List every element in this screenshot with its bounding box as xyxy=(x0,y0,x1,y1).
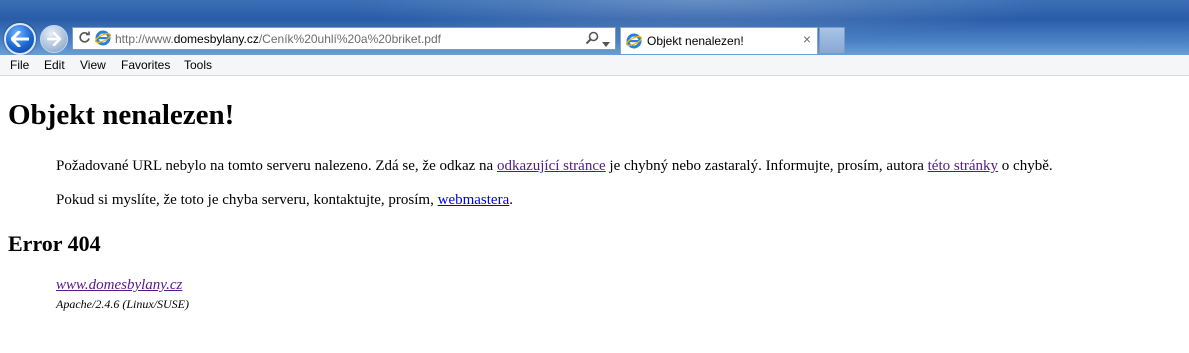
address-bar[interactable]: http://www.domesbylany.cz/Ceník%20uhlí%2… xyxy=(72,27,616,50)
menu-edit[interactable]: Edit xyxy=(44,58,65,72)
page-author-link[interactable]: této stránky xyxy=(928,158,998,174)
refresh-icon[interactable] xyxy=(78,31,91,47)
search-icon[interactable] xyxy=(585,31,599,48)
error-message-paragraph: Požadované URL nebylo na tomto serveru n… xyxy=(56,158,1053,175)
menu-tools[interactable]: Tools xyxy=(184,58,212,72)
page-title: Objekt nenalezen! xyxy=(8,99,235,131)
server-address: www.domesbylany.cz Apache/2.4.6 (Linux/S… xyxy=(56,277,189,312)
paragraph-text: Pokud si myslíte, že toto je chyba serve… xyxy=(56,192,438,208)
tab-favicon-icon xyxy=(625,33,643,52)
browser-toolbar: http://www.domesbylany.cz/Ceník%20uhlí%2… xyxy=(0,0,1189,55)
back-arrow-icon xyxy=(11,31,29,47)
error-code-heading: Error 404 xyxy=(8,231,101,256)
paragraph-text: je chybný nebo zastaralý. Informujte, pr… xyxy=(605,158,928,174)
url-prefix: http://www. xyxy=(115,32,174,46)
url-text[interactable]: http://www.domesbylany.cz/Ceník%20uhlí%2… xyxy=(115,32,441,46)
server-signature: Apache/2.4.6 (Linux/SUSE) xyxy=(56,297,189,311)
menu-file[interactable]: File xyxy=(10,58,29,72)
menu-favorites[interactable]: Favorites xyxy=(121,58,170,72)
page-content: Objekt nenalezen! Požadované URL nebylo … xyxy=(0,77,1189,353)
site-link[interactable]: www.domesbylany.cz xyxy=(56,277,189,294)
tab-title: Objekt nenalezen! xyxy=(647,34,744,48)
paragraph-text: Požadované URL nebylo na tomto serveru n… xyxy=(56,158,497,174)
back-button[interactable] xyxy=(4,23,36,55)
menu-view[interactable]: View xyxy=(80,58,106,72)
forward-button[interactable] xyxy=(40,25,68,53)
server-error-paragraph: Pokud si myslíte, že toto je chyba serve… xyxy=(56,192,513,209)
menu-bar: File Edit View Favorites Tools xyxy=(0,55,1189,76)
close-icon[interactable]: × xyxy=(803,31,811,47)
paragraph-text: . xyxy=(509,192,513,208)
tab-active[interactable]: Objekt nenalezen! × xyxy=(620,27,818,54)
new-tab-button[interactable] xyxy=(819,27,845,54)
url-path: /Ceník%20uhlí%20a%20briket.pdf xyxy=(258,32,441,46)
internet-explorer-icon xyxy=(94,30,112,49)
url-domain: domesbylany.cz xyxy=(173,32,259,46)
chevron-down-icon[interactable] xyxy=(602,36,610,50)
referring-page-link[interactable]: odkazující stránce xyxy=(497,158,606,174)
paragraph-text: o chybě. xyxy=(998,158,1053,174)
forward-arrow-icon xyxy=(46,32,62,46)
webmaster-link[interactable]: webmastera xyxy=(438,192,510,208)
